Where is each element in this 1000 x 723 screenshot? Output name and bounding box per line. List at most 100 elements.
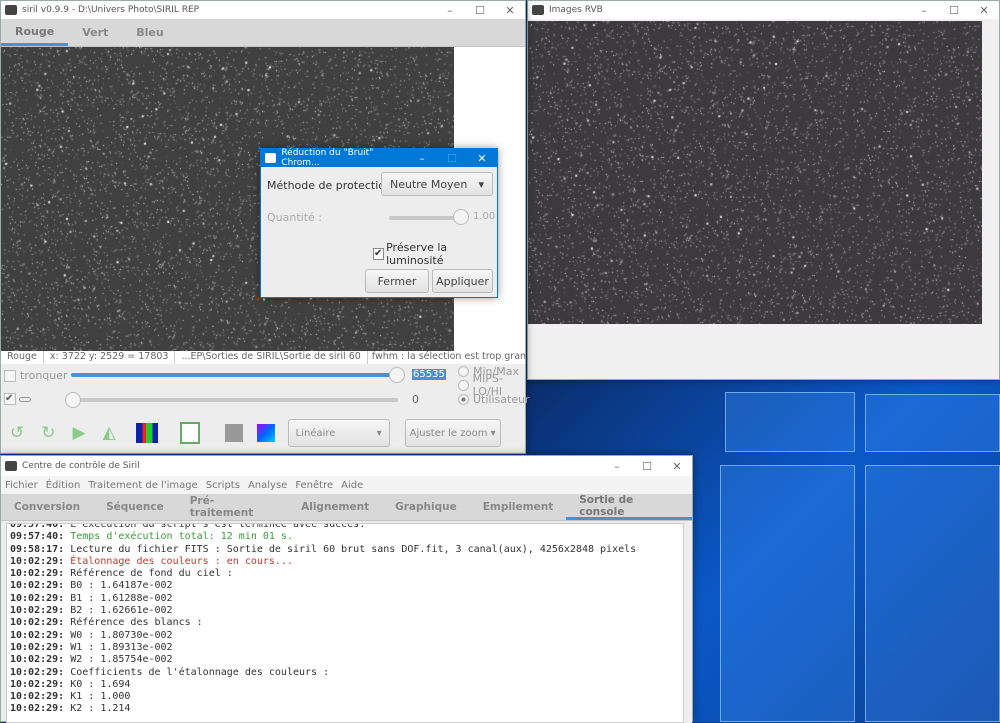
rotate-left-icon[interactable]: ↺ — [10, 423, 24, 443]
tab-2[interactable]: Pré-traitement — [177, 494, 288, 520]
close-button[interactable]: ✕ — [467, 152, 497, 165]
message: W0 : 1.80730e-002 — [70, 629, 173, 641]
menu-6[interactable]: Aide — [337, 480, 367, 491]
link-icon — [19, 396, 31, 402]
tab-1[interactable]: Séquence — [93, 494, 177, 520]
close-button[interactable]: ✕ — [969, 4, 999, 17]
maximize-button[interactable]: ☐ — [465, 4, 495, 17]
status-coords: x: 3722 y: 2529 = 17803 — [44, 351, 176, 364]
tronquer-checkbox[interactable] — [4, 369, 16, 382]
low-checkbox[interactable]: ✔ — [4, 393, 16, 405]
maximize-button[interactable]: ☐ — [939, 4, 969, 17]
timestamp: 09:57:40: — [10, 531, 65, 543]
timestamp: 10:02:29: — [10, 555, 65, 567]
negative-view-icon[interactable] — [224, 424, 243, 442]
menu-5[interactable]: Fenêtre — [291, 480, 337, 491]
app-icon — [532, 5, 544, 15]
tab-bleu[interactable]: Bleu — [122, 19, 177, 46]
amount-slider[interactable] — [389, 209, 469, 225]
false-color-icon[interactable] — [256, 424, 275, 442]
console-line: 10:02:29: B1 : 1.61288e-002 — [10, 593, 683, 605]
timestamp: 10:02:29: — [10, 691, 65, 703]
console-line: 10:02:29: K1 : 1.000 — [10, 691, 683, 703]
tab-6[interactable]: Sortie de console — [566, 494, 692, 520]
message: Étalonnage des couleurs : en cours... — [70, 555, 293, 567]
radio-utilisateur[interactable]: Utilisateur — [458, 392, 530, 406]
console-scrollbar[interactable] — [684, 523, 692, 723]
low-slider[interactable] — [65, 392, 398, 408]
menu-3[interactable]: Scripts — [202, 480, 244, 491]
method-dropdown[interactable]: Neutre Moyen ▾ — [381, 172, 493, 196]
console-line: 09:58:17: Lecture du fichier FITS : Sort… — [10, 544, 683, 556]
message: B0 : 1.64187e-002 — [70, 580, 173, 592]
menu-4[interactable]: Analyse — [244, 480, 291, 491]
window-title: siril v0.9.9 - D:\Univers Photo\SIRIL RE… — [22, 5, 200, 15]
menu-bar: Fichier Édition Traitement de l'image Scrip… — [1, 476, 692, 494]
close-button[interactable]: ✕ — [495, 4, 525, 17]
minimize-button[interactable]: – — [909, 4, 939, 17]
console-line: 10:02:29: Référence des blancs : — [10, 617, 683, 629]
message: W2 : 1.85754e-002 — [70, 654, 173, 666]
app-icon — [5, 5, 17, 15]
timestamp: 10:02:29: — [10, 641, 65, 653]
tab-4[interactable]: Graphique — [382, 494, 470, 520]
tronquer-label: tronquer — [20, 369, 68, 382]
console-output: 09:57:40: L'exécution du script s'est te… — [6, 523, 684, 723]
message: L'exécution du script s'est terminée ave… — [70, 523, 366, 530]
tab-3[interactable]: Alignement — [288, 494, 382, 520]
maximize-button: ☐ — [447, 151, 457, 165]
mirror-y-icon[interactable]: ◭ — [103, 423, 116, 443]
minimize-button[interactable]: – — [407, 152, 437, 165]
message: Lecture du fichier FITS : Sortie de siri… — [70, 543, 637, 555]
main-tabs: Conversion Séquence Pré-traitement Aligneme… — [1, 494, 692, 521]
low-value: 0 — [412, 393, 419, 406]
message: K2 : 1.214 — [70, 703, 131, 715]
scale-dropdown[interactable]: Linéaire ▾ — [287, 419, 390, 447]
tab-vert[interactable]: Vert — [68, 19, 122, 46]
menu-1[interactable]: Édition — [42, 480, 85, 491]
status-path: ...EP\Sorties de SIRIL\Sortie de siril 6… — [175, 351, 368, 364]
minimize-button[interactable]: – — [435, 4, 465, 17]
rgb-images-window: Images RVB – ☐ ✕ — [527, 0, 1000, 380]
console-line: 10:02:29: B2 : 1.62661e-002 — [10, 605, 683, 617]
dialog-title: Réduction du "Bruit" Chrom... — [281, 148, 374, 168]
menu-2[interactable]: Traitement de l'image — [84, 480, 201, 491]
status-fwhm: fwhm : la sélection est trop grande — [371, 351, 525, 362]
apply-button[interactable]: Appliquer — [432, 269, 493, 293]
zoom-dropdown[interactable]: Ajuster le zoom ▾ — [404, 419, 501, 447]
message: Temps d'exécution total: 12 min 01 s. — [70, 531, 293, 543]
message: B1 : 1.61288e-002 — [70, 592, 173, 604]
tab-5[interactable]: Empilement — [470, 494, 567, 520]
tab-0[interactable]: Conversion — [1, 494, 93, 520]
console-line: 10:02:29: Référence de fond du ciel : — [10, 568, 683, 580]
rotate-right-icon[interactable]: ↻ — [41, 423, 55, 443]
channel-tabs: Rouge Vert Bleu — [1, 19, 525, 47]
menu-0[interactable]: Fichier — [1, 480, 42, 491]
preserve-checkbox[interactable]: ✔ — [373, 248, 385, 260]
console-line: 10:02:29: Coefficients de l'étalonnage d… — [10, 667, 683, 679]
close-dialog-button[interactable]: Fermer — [365, 269, 429, 293]
message: Référence des blancs : — [70, 617, 203, 629]
chroma-noise-dialog: Réduction du "Bruit" Chrom... – ☐ ✕ Méthod… — [260, 148, 498, 298]
timestamp: 09:58:17: — [10, 543, 65, 555]
control-center-window: Centre de contrôle de Siril – ☐ ✕ Fichier É… — [0, 455, 693, 723]
timestamp: 09:57:40: — [10, 523, 65, 530]
console-line: 10:02:29: W0 : 1.80730e-002 — [10, 630, 683, 642]
minimize-button[interactable]: – — [602, 460, 632, 473]
image-info-icon[interactable] — [179, 422, 200, 444]
message: Référence de fond du ciel : — [70, 568, 233, 580]
close-button[interactable]: ✕ — [662, 460, 692, 473]
console-line: 10:02:29: W2 : 1.85754e-002 — [10, 654, 683, 666]
radio-mips[interactable]: MIPS-LO/HI — [458, 372, 530, 398]
window-title: Centre de contrôle de Siril — [22, 461, 140, 471]
high-slider[interactable] — [71, 367, 405, 383]
histogram-icon[interactable] — [135, 423, 158, 443]
maximize-button[interactable]: ☐ — [632, 460, 662, 473]
mirror-x-icon[interactable]: ▶ — [73, 423, 86, 443]
amount-label: Quantité : — [267, 211, 322, 224]
rgb-image-canvas[interactable] — [528, 21, 982, 324]
chevron-down-icon: ▾ — [490, 427, 496, 439]
high-value-field[interactable]: 65535 — [412, 369, 446, 380]
console-line: 09:57:40: Temps d'exécution total: 12 mi… — [10, 531, 683, 543]
tab-rouge[interactable]: Rouge — [1, 19, 69, 46]
